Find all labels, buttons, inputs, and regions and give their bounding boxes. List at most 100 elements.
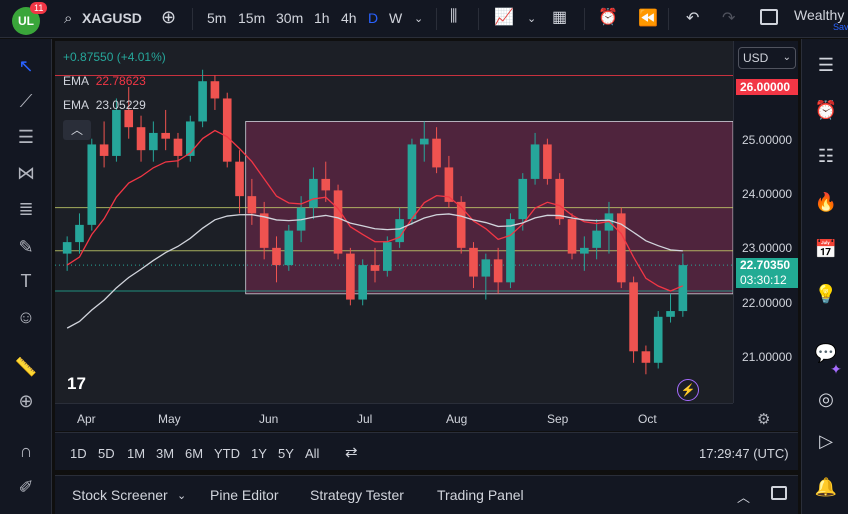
timeframe-15m[interactable]: 15m [238, 10, 265, 26]
candle-body [272, 247, 281, 266]
alerts-icon[interactable]: ⏰ [814, 98, 838, 122]
time-label: May [158, 412, 181, 426]
drawing-toolbar: ↖ ⟋ ☰ ⋈ ≣ ✎ T ☺ 📏 ⊕ ∩ ✐ [0, 39, 52, 514]
chevron-down-icon[interactable]: ⌄ [527, 12, 536, 25]
chart-area[interactable]: +0.87550 (+4.01%) EMA 22.78623 EMA 23.05… [55, 41, 798, 431]
pattern-icon[interactable]: ⋈ [14, 161, 38, 185]
change-readout: +0.87550 (+4.01%) [63, 50, 166, 64]
candle-body [653, 316, 663, 363]
timeframe-4h[interactable]: 4h [341, 10, 357, 26]
range-1y[interactable]: 1Y [251, 446, 267, 461]
candle-body [530, 144, 540, 179]
hotlist-icon[interactable]: 🔥 [814, 190, 838, 214]
candle-body [493, 259, 503, 283]
candle-body [124, 109, 134, 128]
currency-label: USD [743, 51, 769, 65]
emoji-icon[interactable]: ☺ [14, 305, 38, 329]
time-axis[interactable]: Apr May Jun Jul Aug Sep Oct [55, 403, 733, 431]
candle-body [383, 242, 392, 271]
candle-body [210, 81, 220, 99]
lock-drawing-icon[interactable]: ✐ [14, 475, 38, 499]
time-label: Jul [357, 412, 373, 426]
calendar-icon[interactable]: 📅 [814, 237, 838, 261]
timeframe-1h[interactable]: 1h [314, 10, 330, 26]
brush-icon[interactable]: ✎ [14, 235, 38, 259]
candle-body [555, 178, 565, 220]
compare-add-icon[interactable]: ⊕ [161, 7, 176, 28]
ema-fast-legend[interactable]: EMA 22.78623 [63, 74, 146, 88]
settings-gear-icon[interactable]: ⚙ [757, 410, 770, 428]
alert-clock-icon[interactable]: ⏰ [598, 7, 618, 27]
text-icon[interactable]: T [14, 269, 38, 293]
sparkle-icon[interactable]: ✦ [824, 357, 848, 381]
range-1m[interactable]: 1M [127, 446, 145, 461]
replay-icon[interactable]: ⏪ [638, 8, 658, 28]
redo-icon[interactable]: ↷ [722, 8, 735, 28]
layout-grid-icon[interactable]: ▦ [552, 7, 567, 27]
timeframe-d[interactable]: D [368, 10, 378, 26]
candle-body [247, 196, 257, 214]
candle-body [419, 138, 429, 145]
notifications-icon[interactable]: 🔔 [814, 475, 838, 499]
magnet-icon[interactable]: ∩ [14, 439, 38, 463]
chevron-up-icon[interactable]: ︿ [737, 487, 750, 506]
candle-body [161, 132, 170, 139]
candle-body [629, 282, 638, 352]
timeframe-5m[interactable]: 5m [207, 10, 226, 26]
tab-strategy-tester[interactable]: Strategy Tester [310, 487, 404, 503]
candle-body [346, 253, 355, 300]
candle-body [62, 242, 72, 254]
date-range-icon[interactable]: ⇄ [345, 443, 358, 461]
cursor-icon[interactable]: ↖ [14, 54, 38, 78]
range-6m[interactable]: 6M [185, 446, 203, 461]
tab-stock-screener[interactable]: Stock Screener [72, 487, 168, 503]
tab-pine-editor[interactable]: Pine Editor [210, 487, 278, 503]
data-window-icon[interactable]: ☷ [814, 144, 838, 168]
account-name[interactable]: Wealthy [794, 7, 844, 23]
time-label: Oct [638, 412, 657, 426]
range-5y[interactable]: 5Y [278, 446, 294, 461]
range-all[interactable]: All [305, 446, 319, 461]
utc-clock[interactable]: 17:29:47 (UTC) [699, 446, 789, 461]
collapse-legend-button[interactable]: ︿ [63, 120, 91, 140]
symbol-search[interactable]: XAGUSD [82, 10, 142, 26]
currency-select[interactable]: USD ⌄ [738, 47, 796, 69]
range-ytd[interactable]: YTD [214, 446, 240, 461]
fullscreen-icon[interactable] [760, 9, 778, 25]
candlestick-chart[interactable] [55, 41, 733, 403]
timeframe-w[interactable]: W [389, 10, 402, 26]
chevron-down-icon[interactable]: ⌄ [177, 489, 186, 502]
trend-line-icon[interactable]: ⟋ [14, 89, 38, 113]
candle-body [518, 178, 528, 220]
maximize-panel-icon[interactable] [771, 486, 787, 500]
range-3m[interactable]: 3M [156, 446, 174, 461]
ema-slow-legend[interactable]: EMA 23.05229 [63, 98, 146, 112]
candle-body [222, 98, 232, 162]
ruler-icon[interactable]: 📏 [14, 355, 38, 379]
tab-trading-panel[interactable]: Trading Panel [437, 487, 524, 503]
candle-body [580, 247, 589, 254]
range-5d[interactable]: 5D [98, 446, 115, 461]
indicators-icon[interactable]: 📈 [494, 7, 514, 27]
candle-type-icon[interactable]: ⫼ [450, 8, 457, 26]
search-icon[interactable]: ⌕ [64, 10, 72, 27]
range-1d[interactable]: 1D [70, 446, 87, 461]
watchlist-icon[interactable]: ☰ [814, 53, 838, 77]
chevron-down-icon[interactable]: ⌄ [414, 12, 423, 25]
chevron-down-icon: ⌄ [782, 52, 791, 63]
broadcast-icon[interactable]: ▷ [814, 429, 838, 453]
save-status[interactable]: Sav [833, 22, 848, 32]
price-pane[interactable]: +0.87550 (+4.01%) EMA 22.78623 EMA 23.05… [55, 41, 733, 403]
price-axis[interactable]: USD ⌄ 26.00000 25.00000 24.00000 23.00000… [733, 41, 798, 403]
undo-icon[interactable]: ↶ [686, 8, 699, 28]
horizontal-lines-icon[interactable]: ☰ [14, 125, 38, 149]
streams-icon[interactable]: ◎ [814, 387, 838, 411]
lightning-icon[interactable]: ⚡ [677, 379, 699, 401]
candle-body [333, 190, 343, 254]
ideas-icon[interactable]: 💡 [814, 282, 838, 306]
candle-body [567, 219, 577, 254]
fib-icon[interactable]: ≣ [14, 197, 38, 221]
zoom-icon[interactable]: ⊕ [14, 389, 38, 413]
timeframe-30m[interactable]: 30m [276, 10, 303, 26]
divider [478, 8, 479, 30]
